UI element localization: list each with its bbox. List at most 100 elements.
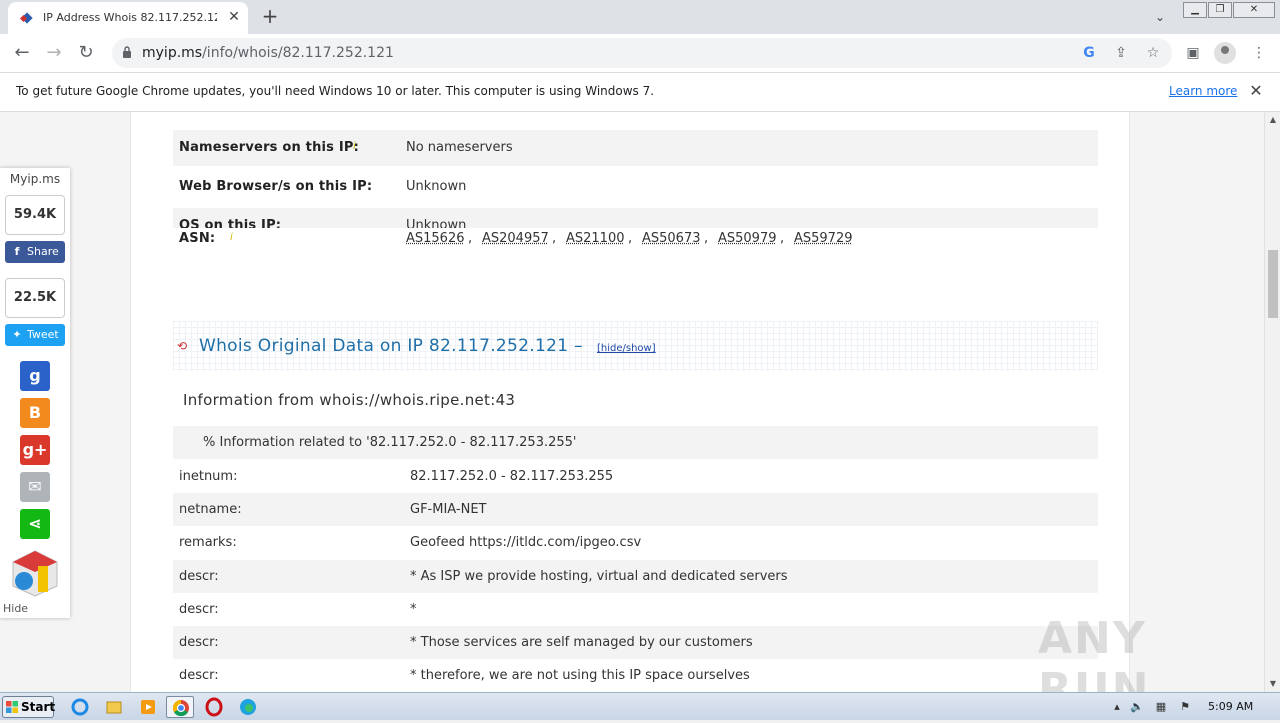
whois-value: * As ISP we provide hosting, virtual and… <box>410 569 788 584</box>
whois-arrows-icon: ⟲ <box>177 339 188 353</box>
chrome-taskbar-icon[interactable] <box>166 696 194 718</box>
more-share-icon[interactable]: ⋖ <box>20 509 50 539</box>
menu-kebab-icon[interactable]: ⋮ <box>1248 42 1270 64</box>
whois-row: inetnum: 82.117.252.0 - 82.117.253.255 <box>173 460 1098 493</box>
asn-row: ASN: i AS15626 , AS204957 , AS21100 , AS… <box>173 221 1098 281</box>
bookmark-star-icon[interactable]: ☆ <box>1144 44 1162 62</box>
info-icon[interactable]: i <box>353 141 356 152</box>
update-infobar: To get future Google Chrome updates, you… <box>0 72 1280 112</box>
action-center-flag-icon[interactable]: ⚑ <box>1178 700 1192 714</box>
whois-key: remarks: <box>179 535 237 550</box>
windows-flag-icon <box>6 701 18 713</box>
whois-value: GF-MIA-NET <box>410 502 487 517</box>
asn-link[interactable]: AS15626 <box>406 231 465 246</box>
nameservers-value: No nameservers <box>406 140 513 155</box>
google-share-icon[interactable]: g <box>20 361 50 391</box>
forward-arrow-icon[interactable]: → <box>42 41 66 65</box>
reload-icon[interactable]: ↻ <box>74 41 98 65</box>
watermark-logo: ANY RUN <box>1038 613 1151 692</box>
web-browser-label: Web Browser/s on this IP: <box>179 179 373 194</box>
start-label: Start <box>21 700 56 714</box>
whois-key: descr: <box>179 602 219 617</box>
whois-row: descr: * Those services are self managed… <box>173 626 1098 659</box>
whois-key: netname: <box>179 502 242 517</box>
internet-explorer-icon[interactable] <box>66 696 94 718</box>
asn-link[interactable]: AS59729 <box>794 231 853 246</box>
file-explorer-icon[interactable] <box>100 696 128 718</box>
asn-link[interactable]: AS21100 <box>566 231 625 246</box>
asn-separator: , <box>628 231 633 246</box>
share-sidebar: Myip.ms 59.4K f Share 22.5K ✦ Tweet g B … <box>0 168 70 618</box>
google-plus-share-icon[interactable]: g+ <box>20 435 50 465</box>
browser-tab[interactable]: IP Address Whois 82.117.252.121 ? ✕ <box>8 2 248 34</box>
new-tab-icon[interactable]: + <box>258 5 282 29</box>
tweet-button[interactable]: ✦ Tweet <box>5 324 65 346</box>
scroll-down-arrow-icon[interactable]: ▼ <box>1265 676 1280 692</box>
facebook-share-count: 59.4K <box>5 195 65 235</box>
nameservers-label: Nameservers on this IP: <box>179 140 360 155</box>
blogger-share-icon[interactable]: B <box>20 398 50 428</box>
hide-show-toggle[interactable]: [hide/show] <box>597 343 656 354</box>
tab-strip: IP Address Whois 82.117.252.121 ? ✕ + ⌄ … <box>0 0 1280 34</box>
asn-link[interactable]: AS50979 <box>718 231 777 246</box>
twitter-share-count: 22.5K <box>5 278 65 318</box>
sidebar-hide-link[interactable]: Hide <box>3 602 28 615</box>
close-window-icon[interactable]: ✕ <box>1233 2 1275 18</box>
restore-window-icon[interactable]: ❐ <box>1208 2 1232 18</box>
email-share-icon[interactable]: ✉ <box>20 472 50 502</box>
volume-icon[interactable]: 🔈 <box>1130 700 1144 714</box>
opera-logo-icon <box>205 697 223 717</box>
whois-value: * <box>410 602 417 617</box>
address-bar[interactable]: myip.ms/info/whois/82.117.252.121 G ⇪ ☆ <box>112 38 1172 68</box>
whois-section-header: ⟲ Whois Original Data on IP 82.117.252.1… <box>173 321 1098 371</box>
system-clock[interactable]: 5:09 AM <box>1208 700 1253 713</box>
whois-key: descr: <box>179 635 219 650</box>
profile-avatar-icon[interactable] <box>1214 42 1236 64</box>
addthis-cube-icon[interactable] <box>10 548 60 598</box>
whois-key: inetnum: <box>179 469 238 484</box>
scroll-thumb[interactable] <box>1268 250 1278 318</box>
cut-off-row <box>173 112 1098 120</box>
share-page-icon[interactable]: ⇪ <box>1112 44 1130 62</box>
tab-close-icon[interactable]: ✕ <box>224 7 244 27</box>
page-scrollbar[interactable]: ▲ ▼ <box>1264 112 1280 692</box>
minimize-window-icon[interactable]: ▁ <box>1183 2 1207 18</box>
media-player-icon[interactable] <box>134 696 162 718</box>
asn-link[interactable]: AS50673 <box>642 231 701 246</box>
twitter-count-value: 22.5K <box>13 290 57 305</box>
whois-key: descr: <box>179 668 219 683</box>
facebook-share-button[interactable]: f Share <box>5 241 65 263</box>
twitter-bird-icon: ✦ <box>12 328 22 341</box>
tab-search-chevron-icon[interactable]: ⌄ <box>1150 7 1170 27</box>
windows-taskbar: Start ▴ 🔈 ▦ ⚑ 5:09 AM <box>0 692 1280 720</box>
infobar-close-icon[interactable]: ✕ <box>1246 81 1266 101</box>
main-content: Nameservers on this IP: i No nameservers… <box>130 112 1130 692</box>
facebook-share-label: Share <box>27 245 59 258</box>
url-text: myip.ms/info/whois/82.117.252.121 <box>142 45 394 61</box>
infobar-message: To get future Google Chrome updates, you… <box>16 84 655 98</box>
asn-label: ASN: <box>179 231 216 246</box>
url-path: /info/whois/82.117.252.121 <box>202 45 394 61</box>
asn-link[interactable]: AS204957 <box>482 231 549 246</box>
lock-icon <box>123 46 131 58</box>
back-arrow-icon[interactable]: ← <box>10 41 34 65</box>
site-favicon-icon <box>20 12 33 24</box>
whois-value: Geofeed https://itldc.com/ipgeo.csv <box>410 535 642 550</box>
google-translate-icon[interactable]: G <box>1080 44 1098 62</box>
start-button[interactable]: Start <box>2 696 56 718</box>
side-panel-icon[interactable]: ▣ <box>1182 42 1204 64</box>
opera-icon[interactable] <box>200 696 228 718</box>
info-icon[interactable]: i <box>230 232 233 243</box>
tray-expand-icon[interactable]: ▴ <box>1110 700 1124 714</box>
nameservers-row: Nameservers on this IP: i No nameservers <box>173 130 1098 166</box>
network-icon[interactable]: ▦ <box>1154 700 1168 714</box>
learn-more-link[interactable]: Learn more <box>1169 84 1237 98</box>
play-icon <box>141 700 155 714</box>
whois-row: descr: * therefore, we are not using thi… <box>173 659 1098 692</box>
whois-related-row: % Information related to '82.117.252.0 -… <box>173 426 1098 459</box>
tab-title: IP Address Whois 82.117.252.121 ? <box>43 11 217 24</box>
whois-value: 82.117.252.0 - 82.117.253.255 <box>410 469 614 484</box>
edge-icon[interactable] <box>234 696 262 718</box>
scroll-up-arrow-icon[interactable]: ▲ <box>1265 112 1280 128</box>
whois-row: descr: * <box>173 593 1098 626</box>
